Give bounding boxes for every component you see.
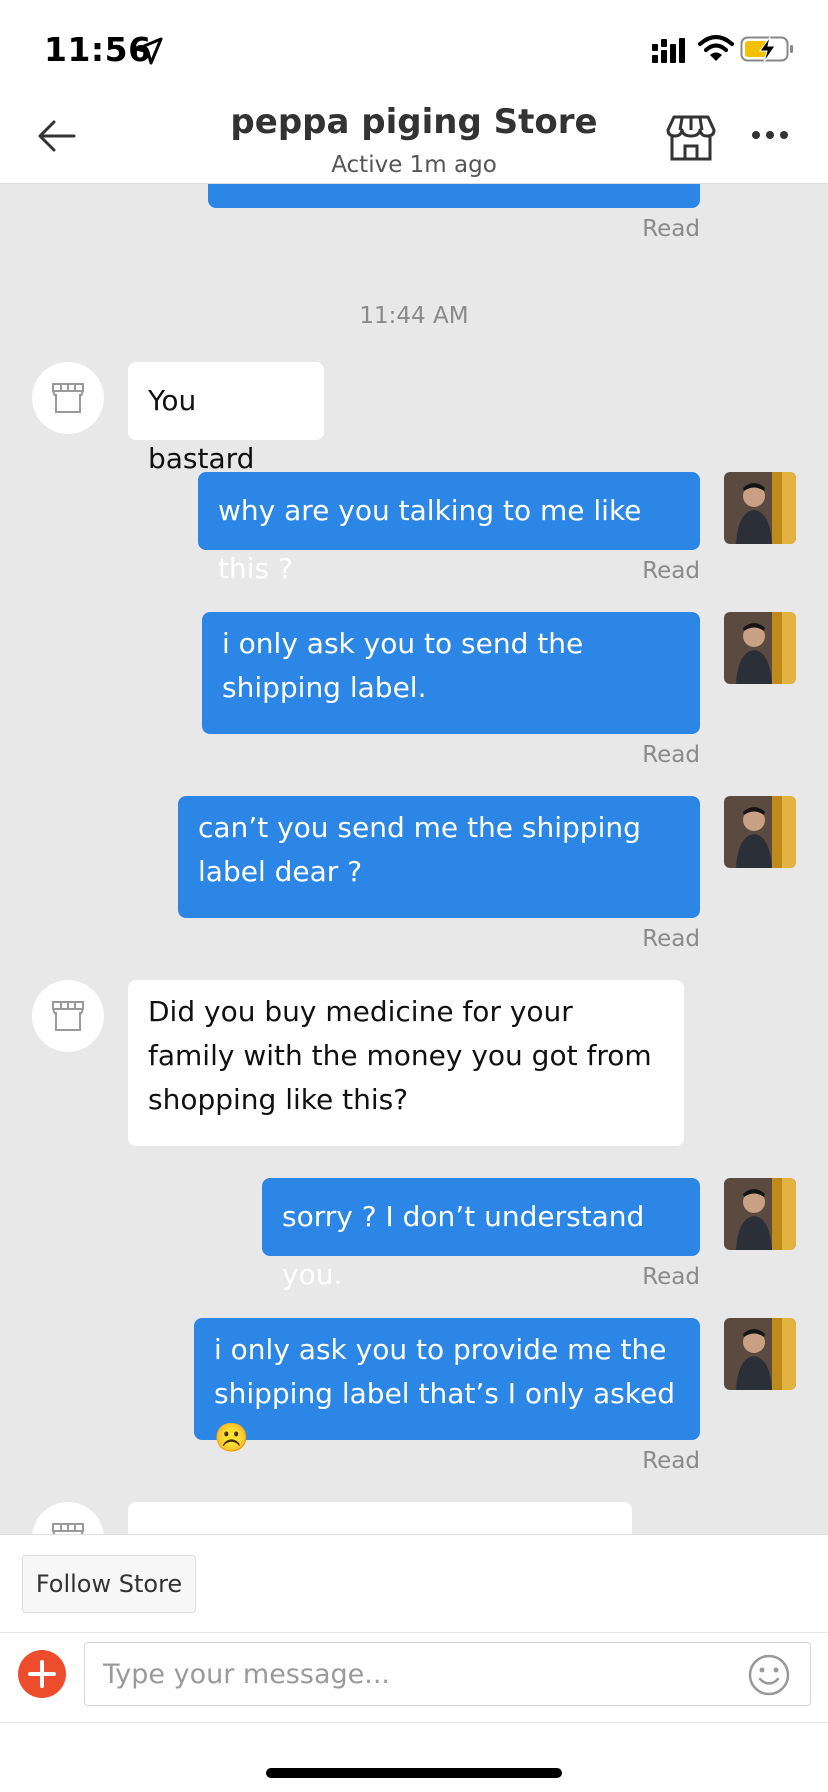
- read-receipt: Read: [642, 926, 700, 952]
- active-status: Active 1m ago: [331, 152, 497, 178]
- chat-header: peppa piging Store Active 1m ago: [0, 94, 828, 184]
- plus-icon: [28, 1660, 56, 1688]
- message-bubble-outgoing: sorry ? I don’t understand you.: [262, 1178, 700, 1291]
- more-icon[interactable]: [750, 128, 790, 142]
- message-bubble-incoming: You bastard: [128, 362, 324, 475]
- read-receipt: Read: [642, 216, 700, 242]
- user-avatar[interactable]: [724, 796, 796, 868]
- store-avatar[interactable]: [32, 1502, 104, 1534]
- user-avatar[interactable]: [724, 612, 796, 684]
- message-bubble-partial: [128, 1502, 632, 1534]
- read-receipt: Read: [642, 1264, 700, 1290]
- read-receipt: Read: [642, 742, 700, 768]
- message-bubble-incoming: Did you buy medicine for your family wit…: [128, 980, 684, 1146]
- message-bubble-outgoing: i only ask you to provide me the shippin…: [194, 1318, 700, 1454]
- message-bubble-outgoing: i only ask you to send the shipping labe…: [202, 612, 700, 734]
- divider: [0, 1722, 828, 1723]
- home-indicator[interactable]: [266, 1768, 562, 1778]
- read-receipt: Read: [642, 1448, 700, 1474]
- back-arrow-icon[interactable]: [34, 114, 78, 158]
- user-avatar[interactable]: [724, 1318, 796, 1390]
- composer: Follow Store: [0, 1534, 828, 1792]
- chat-timestamp: 11:44 AM: [359, 303, 469, 329]
- user-avatar[interactable]: [724, 1178, 796, 1250]
- store-avatar[interactable]: [32, 362, 104, 434]
- signal-icon: [652, 38, 685, 63]
- chat-area[interactable]: Read 11:44 AM You bastard why are you ta…: [0, 184, 828, 1534]
- user-avatar[interactable]: [724, 472, 796, 544]
- read-receipt: Read: [642, 558, 700, 584]
- message-input-box[interactable]: [84, 1642, 811, 1706]
- divider: [0, 1632, 828, 1633]
- store-avatar-icon: [52, 1001, 84, 1031]
- location-arrow-icon: [135, 37, 163, 65]
- follow-store-button[interactable]: Follow Store: [22, 1555, 196, 1613]
- status-bar: 11:56: [0, 0, 828, 94]
- add-attachment-button[interactable]: [18, 1650, 66, 1698]
- store-avatar-icon: [52, 1523, 84, 1534]
- wifi-icon: [698, 35, 734, 61]
- store-avatar[interactable]: [32, 980, 104, 1052]
- store-icon[interactable]: [666, 114, 716, 162]
- store-avatar-icon: [52, 383, 84, 413]
- message-bubble-outgoing: why are you talking to me like this ?: [198, 472, 700, 585]
- message-input[interactable]: [103, 1651, 723, 1697]
- message-bubble-outgoing: can’t you send me the shipping label dea…: [178, 796, 700, 918]
- store-name[interactable]: peppa piging Store: [200, 102, 628, 142]
- battery-charging-icon: [740, 36, 793, 63]
- message-bubble-partial: [208, 184, 700, 208]
- emoji-icon[interactable]: [747, 1653, 791, 1697]
